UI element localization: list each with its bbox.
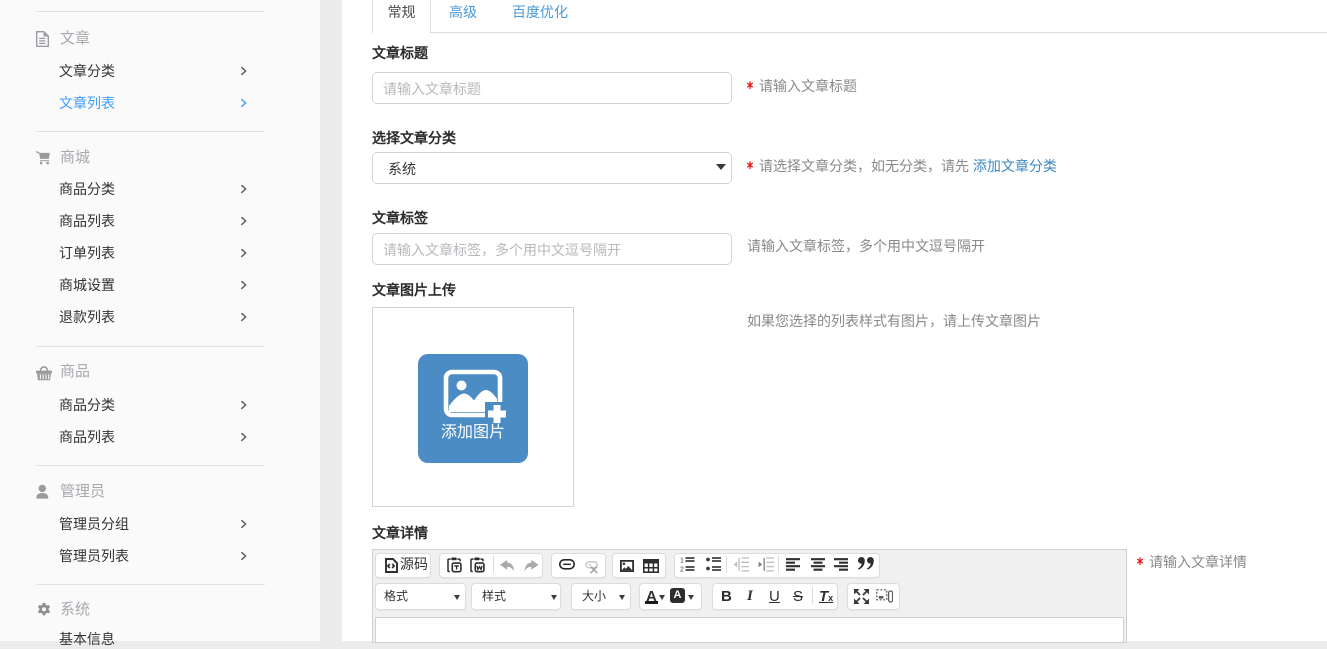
- svg-text:2: 2: [680, 567, 684, 574]
- svg-text:1: 1: [680, 558, 684, 565]
